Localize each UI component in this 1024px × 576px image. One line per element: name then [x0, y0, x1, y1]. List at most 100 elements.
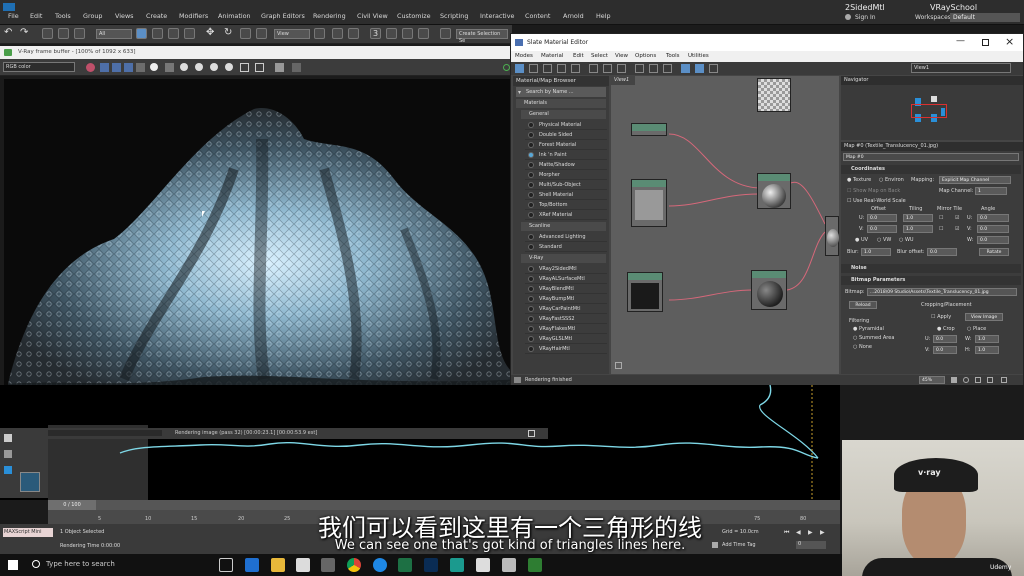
link-icon[interactable] — [42, 28, 53, 39]
browser-item[interactable]: VRayALSurfaceMtl — [525, 274, 607, 284]
task-view-icon[interactable] — [219, 558, 233, 572]
menu-tools[interactable]: Tools — [55, 12, 71, 20]
scale-icon[interactable] — [240, 28, 251, 39]
sme-menu-options[interactable]: Options — [635, 53, 656, 59]
keyboard-shortcut-override-icon[interactable] — [348, 28, 359, 39]
reference-coordinate-dropdown[interactable]: View — [274, 29, 310, 39]
move-icon[interactable]: ✥ — [206, 27, 217, 38]
save-image-icon[interactable] — [165, 63, 174, 72]
create-selection-set-dropdown[interactable]: Create Selection Se — [456, 29, 508, 44]
photoshop-icon[interactable] — [424, 558, 438, 572]
scanline-group[interactable]: Scanline — [521, 222, 606, 231]
u-offset-field[interactable]: 0.0 — [867, 214, 897, 222]
menu-graph-editors[interactable]: Graph Editors — [261, 12, 305, 20]
pivot-center-icon[interactable] — [314, 28, 325, 39]
monochrome-icon[interactable] — [150, 63, 158, 71]
v-tile-checkbox[interactable]: ☑ — [955, 226, 959, 232]
color-picker-icon[interactable] — [86, 63, 95, 72]
angle-snap-icon[interactable] — [386, 28, 397, 39]
rotate-icon[interactable]: ↻ — [224, 27, 235, 38]
select-manipulate-icon[interactable] — [332, 28, 343, 39]
dock-preview-thumbnail[interactable] — [20, 472, 40, 492]
vw-radio[interactable]: ○ VW — [877, 237, 891, 243]
sme-menu-edit[interactable]: Edit — [573, 53, 584, 59]
mapping-dropdown[interactable]: Explicit Map Channel — [939, 176, 1011, 184]
selection-filter-dropdown[interactable]: All — [96, 29, 132, 39]
select-tool-icon[interactable] — [515, 64, 524, 73]
browser-item[interactable]: Forest Material — [525, 140, 607, 150]
excel-icon[interactable] — [398, 558, 412, 572]
sme-menu-material[interactable]: Material — [541, 53, 563, 59]
browser-item[interactable]: VRay2SidedMtl — [525, 264, 607, 274]
zoom-icon[interactable] — [963, 377, 969, 383]
browser-item[interactable]: Morpher — [525, 170, 607, 180]
edge-icon[interactable] — [245, 558, 259, 572]
summed-area-radio[interactable]: ○ Summed Area — [853, 335, 894, 341]
alpha-icon[interactable] — [136, 63, 145, 72]
percent-snap-icon[interactable] — [402, 28, 413, 39]
notes-icon[interactable] — [502, 558, 516, 572]
u-tile-checkbox[interactable]: ☑ — [955, 215, 959, 221]
maximize-icon[interactable] — [982, 39, 989, 46]
v-offset-field[interactable]: 0.0 — [867, 225, 897, 233]
mail-icon[interactable] — [296, 558, 310, 572]
move-children-icon[interactable] — [589, 64, 598, 73]
menu-arnold[interactable]: Arnold — [563, 12, 584, 20]
browser-item[interactable]: VRayBumpMtl — [525, 294, 607, 304]
crop-w-field[interactable]: 1.0 — [975, 335, 999, 343]
zoom-dropdown[interactable]: 45% — [919, 376, 945, 384]
material-map-browser-icon[interactable] — [681, 64, 690, 73]
minimize-icon[interactable]: — — [956, 36, 965, 46]
menu-create[interactable]: Create — [146, 12, 167, 20]
edit-named-selection-icon[interactable] — [440, 28, 451, 39]
dock-filter-icon[interactable] — [4, 466, 12, 474]
map-name-field[interactable]: Map #0 — [843, 153, 1019, 161]
noise-rollout[interactable]: Noise — [841, 264, 1021, 273]
material-node-bottom[interactable] — [751, 270, 787, 310]
link-viewport-icon[interactable] — [255, 63, 264, 72]
sme-menu-tools[interactable]: Tools — [666, 53, 680, 59]
place-radio[interactable]: ○ Place — [967, 326, 986, 332]
maxscript-listener[interactable]: MAXScript Mini — [3, 528, 53, 537]
dock-key-icon[interactable] — [4, 450, 12, 458]
track-mouse-icon[interactable] — [225, 63, 233, 71]
select-by-material-icon[interactable] — [709, 64, 718, 73]
channel-dropdown[interactable]: RGB color — [3, 62, 75, 72]
select-by-name-icon[interactable] — [152, 28, 163, 39]
window-crossing-icon[interactable] — [184, 28, 195, 39]
show-background-icon[interactable] — [635, 64, 644, 73]
browser-item[interactable]: Matte/Shadow — [525, 160, 607, 170]
close-icon[interactable]: × — [1005, 35, 1014, 48]
dock-play-icon[interactable] — [4, 434, 12, 442]
app-icon[interactable] — [476, 558, 490, 572]
browser-item[interactable]: Double Sided — [525, 130, 607, 140]
v-angle-field[interactable]: 0.0 — [977, 225, 1009, 233]
browser-item[interactable]: Physical Material — [525, 120, 607, 130]
red-channel-icon[interactable] — [100, 63, 109, 72]
black-map-node[interactable] — [627, 272, 663, 312]
blur-field[interactable]: 1.0 — [861, 248, 891, 256]
use-real-world-checkbox[interactable]: ☐ Use Real-World Scale — [847, 198, 906, 204]
v-mirror-checkbox[interactable]: ☐ — [939, 226, 943, 232]
view-selector-dropdown[interactable]: View1 — [911, 63, 1011, 73]
view-image-button[interactable]: View Image — [965, 313, 1003, 321]
u-mirror-checkbox[interactable]: ☐ — [939, 215, 943, 221]
workspaces-dropdown[interactable]: Default — [950, 13, 1020, 22]
browser-item[interactable]: VRayFlakesMtl — [525, 324, 607, 334]
sign-in-button[interactable]: Sign In — [855, 14, 876, 21]
delete-selected-icon[interactable] — [571, 64, 580, 73]
zoom-selected-icon[interactable] — [1001, 377, 1007, 383]
show-map-checkbox[interactable]: ☐ Show Map on Back — [847, 188, 900, 194]
browser-item[interactable]: Shell Material — [525, 190, 607, 200]
browser-item[interactable]: Standard — [525, 242, 607, 252]
v-tiling-field[interactable]: 1.0 — [903, 225, 933, 233]
3dsmax-icon[interactable] — [450, 558, 464, 572]
menu-interactive[interactable]: Interactive — [480, 12, 514, 20]
output-node[interactable] — [825, 216, 839, 256]
user-icon[interactable] — [845, 14, 851, 20]
coordinates-rollout[interactable]: Coordinates — [841, 165, 1021, 174]
undo-icon[interactable]: ↶ — [4, 27, 15, 38]
layout-children-icon[interactable] — [663, 64, 672, 73]
texture-radio[interactable]: ● Texture — [847, 177, 871, 183]
browser-item[interactable]: Top/Bottom — [525, 200, 607, 210]
